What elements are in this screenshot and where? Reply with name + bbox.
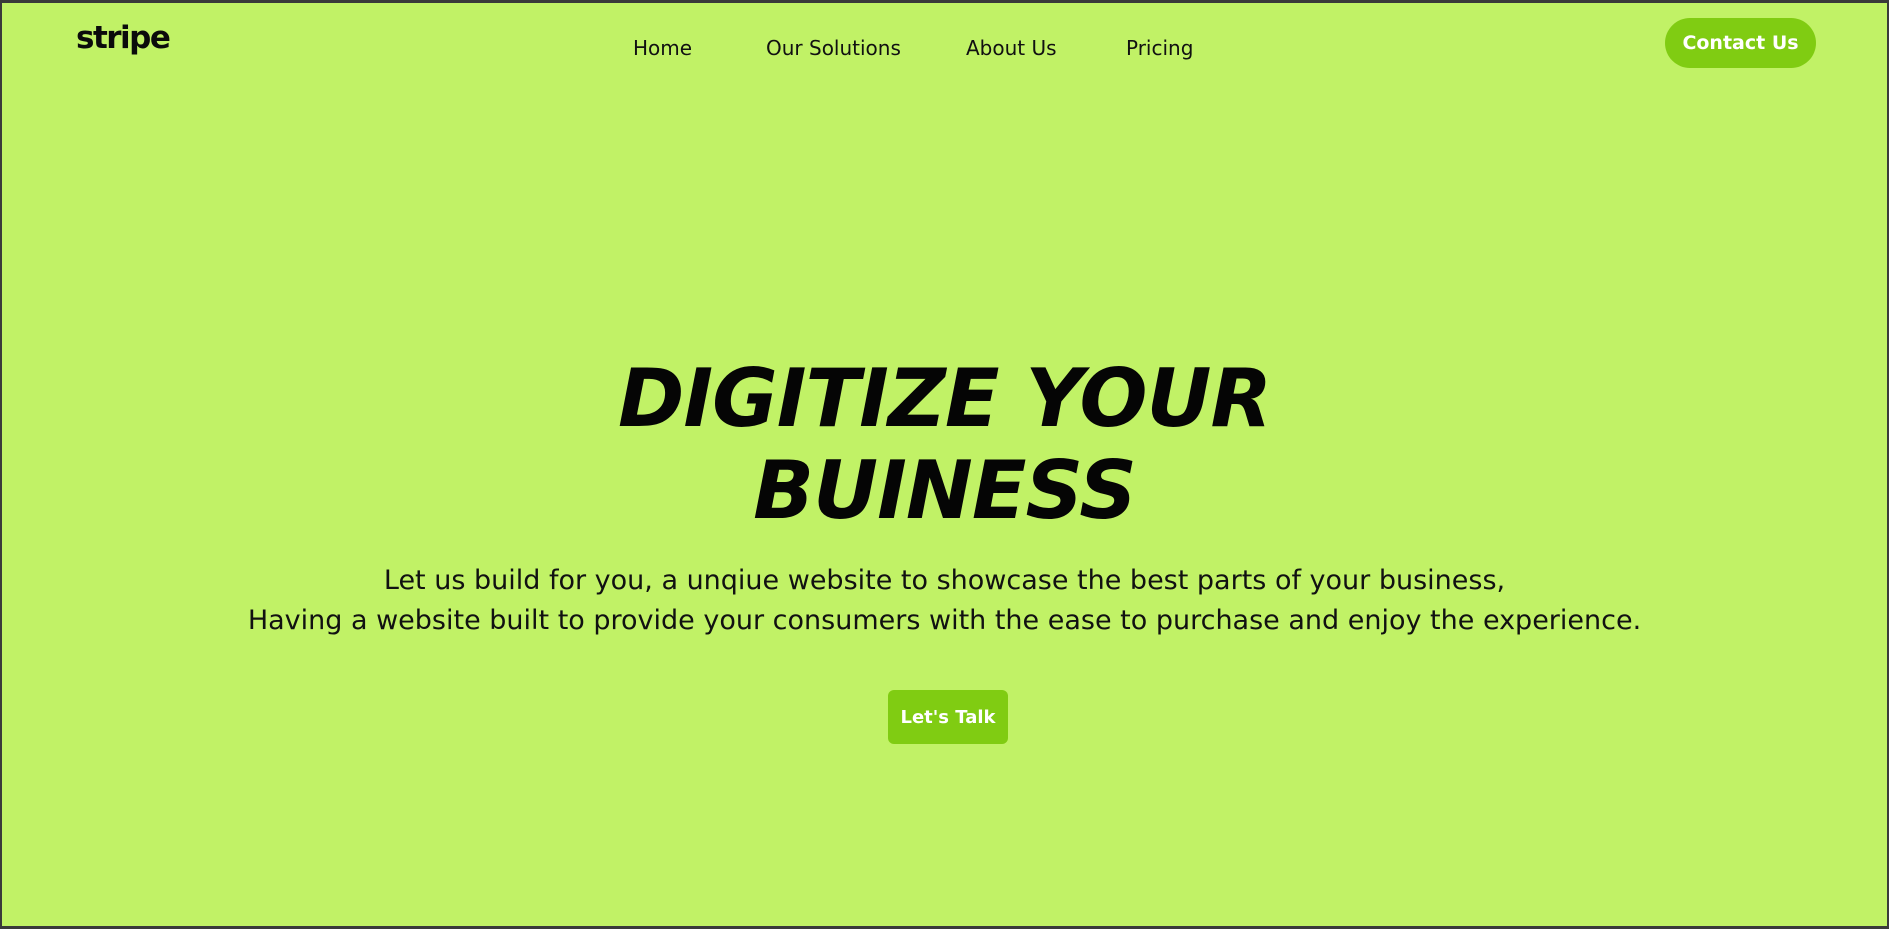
hero-subtitle-line-2: Having a website built to provide your c… xyxy=(247,605,1642,636)
contact-us-button[interactable]: Contact Us xyxy=(1665,18,1816,68)
hero-subtitle: Let us build for you, a unqiue website t… xyxy=(2,561,1887,641)
nav-item-about-us[interactable]: About Us xyxy=(966,33,1057,63)
nav-item-home[interactable]: Home xyxy=(633,33,692,63)
hero-title-line-1: DIGITIZE YOUR xyxy=(617,352,1272,445)
hero-subtitle-line-1: Let us build for you, a unqiue website t… xyxy=(383,565,1506,596)
hero-title-line-2: BUINESS xyxy=(753,444,1137,537)
nav-item-pricing[interactable]: Pricing xyxy=(1126,33,1193,63)
nav-item-our-solutions[interactable]: Our Solutions xyxy=(766,33,901,63)
landing-page: stripe Home Our Solutions About Us Prici… xyxy=(2,3,1887,926)
hero-title: DIGITIZE YOUR BUINESS xyxy=(2,353,1887,537)
lets-talk-button[interactable]: Let's Talk xyxy=(888,690,1008,744)
main-nav: Home Our Solutions About Us Pricing xyxy=(2,33,1887,63)
